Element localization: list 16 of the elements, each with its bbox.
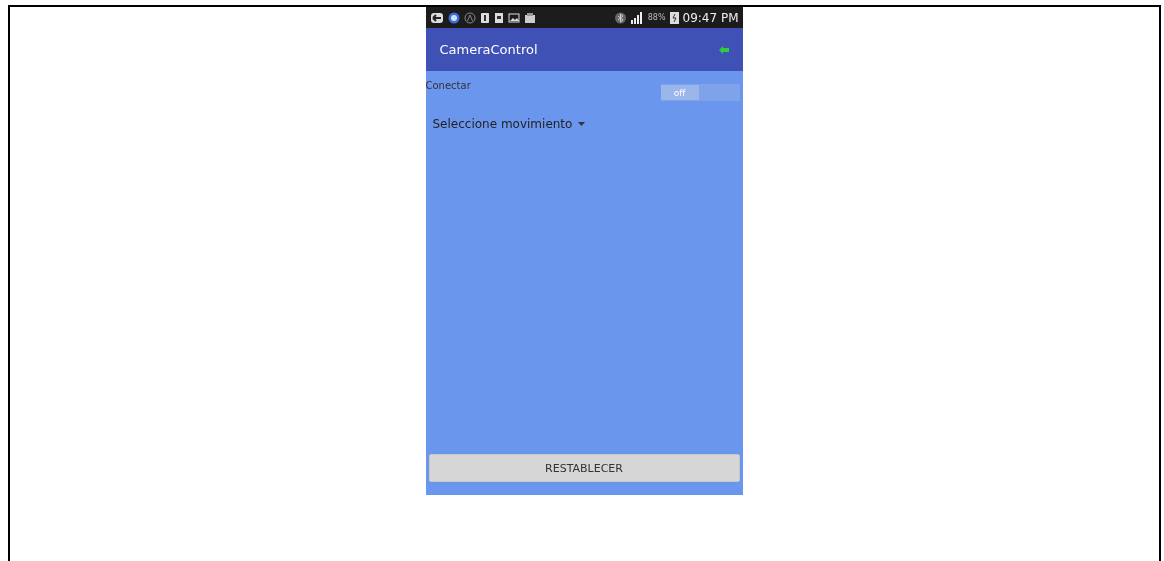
signal-icon [629,11,644,24]
back-arrow-icon [429,11,444,24]
bluetooth-icon [614,11,626,24]
caret-icon [578,122,586,126]
badge-icon [447,11,460,24]
app-title: CameraControl [439,42,538,57]
connect-label: Conectar [425,80,471,91]
circle-icon [463,11,476,24]
back-arrow-icon[interactable] [718,45,729,54]
switch-thumb: off [660,85,699,100]
battery-percent: 88% [647,13,666,22]
clock: 09:47 PM [682,10,739,25]
movement-dropdown[interactable]: Seleccione movimiento [432,117,586,131]
battery-icon [669,11,679,24]
image-icon [507,11,520,24]
reset-button[interactable]: RESTABLECER [428,454,740,482]
